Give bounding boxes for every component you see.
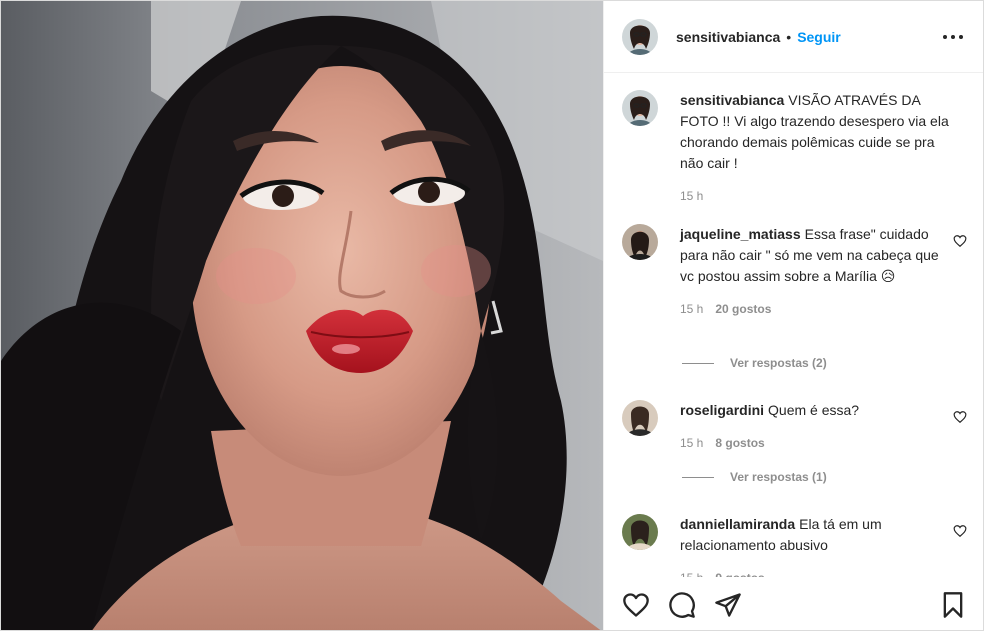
- comment-likes[interactable]: 8 gostos: [715, 433, 764, 454]
- small-heart-icon: [953, 411, 967, 424]
- comment-meta: 15 h 8 gostos: [680, 433, 952, 454]
- comment-body: jaqueline_matiass Essa frase" cuidado par…: [680, 224, 952, 320]
- commenter-avatar-image: [622, 224, 658, 260]
- caption-avatar-image: [622, 90, 658, 126]
- commenter-avatar[interactable]: [622, 224, 658, 260]
- like-icon-glyph: [623, 593, 649, 617]
- caption-body: sensitivabianca VISÃO ATRAVÉS DA FOTO !! …: [680, 90, 952, 207]
- small-heart-icon: [953, 525, 967, 538]
- comment-time[interactable]: 15 h: [680, 433, 703, 454]
- comments-list[interactable]: sensitivabianca VISÃO ATRAVÉS DA FOTO !! …: [604, 74, 983, 577]
- comment-meta: 15 h 9 gostos: [680, 568, 952, 577]
- comment-time[interactable]: 15 h: [680, 568, 703, 577]
- comment-time[interactable]: 15 h: [680, 299, 703, 320]
- more-options-icon[interactable]: [943, 27, 963, 47]
- comment-like-icon[interactable]: [953, 234, 967, 248]
- author-avatar[interactable]: [622, 18, 658, 55]
- heart-icon[interactable]: [622, 591, 650, 619]
- share-icon-glyph: [715, 593, 741, 617]
- caption-meta: 15 h: [680, 186, 952, 207]
- view-replies-label: Ver respostas (1): [730, 470, 827, 484]
- comment-icon[interactable]: [668, 591, 696, 619]
- commenter-avatar[interactable]: [622, 400, 658, 436]
- commenter-username[interactable]: roseligardini: [680, 402, 764, 418]
- view-replies-button[interactable]: Ver respostas (1): [682, 470, 827, 484]
- more-dot: [951, 35, 955, 39]
- post-details-panel: sensitivabianca • Seguir sensitivabianca…: [603, 1, 983, 630]
- caption-time[interactable]: 15 h: [680, 186, 703, 207]
- bookmark-icon[interactable]: [939, 591, 967, 619]
- post-photo: [1, 1, 603, 630]
- view-replies-label: Ver respostas (2): [730, 356, 827, 370]
- post-header: sensitivabianca • Seguir: [604, 1, 983, 73]
- separator-dot: •: [786, 28, 792, 45]
- comment-likes[interactable]: 20 gostos: [715, 299, 771, 320]
- instagram-post-window: sensitivabianca • Seguir sensitivabianca…: [0, 0, 984, 631]
- comment-like-icon[interactable]: [953, 524, 967, 538]
- replies-line: [682, 362, 714, 364]
- post-actions-bar: [604, 583, 983, 627]
- caption-avatar[interactable]: [622, 90, 658, 126]
- replies-line: [682, 476, 714, 478]
- author-username[interactable]: sensitivabianca: [676, 29, 780, 45]
- selfie-image: [1, 1, 603, 630]
- comment-icon-glyph: [669, 592, 695, 618]
- commenter-username[interactable]: jaqueline_matiass: [680, 226, 801, 242]
- more-dot: [943, 35, 947, 39]
- follow-button[interactable]: Seguir: [797, 29, 841, 45]
- small-heart-icon: [953, 235, 967, 248]
- commenter-avatar-image: [622, 400, 658, 436]
- commenter-avatar-image: [622, 514, 658, 550]
- view-replies-button[interactable]: Ver respostas (2): [682, 356, 827, 370]
- comment-meta: 15 h 20 gostos: [680, 299, 952, 320]
- author-avatar-image: [622, 18, 658, 55]
- comment-likes[interactable]: 9 gostos: [715, 568, 764, 577]
- commenter-avatar[interactable]: [622, 514, 658, 550]
- caption-username[interactable]: sensitivabianca: [680, 92, 784, 108]
- comment-text: Quem é essa?: [768, 402, 860, 418]
- comment-body: roseligardini Quem é essa? 15 h 8 gostos: [680, 400, 952, 454]
- commenter-username[interactable]: danniellamiranda: [680, 516, 795, 532]
- comment-like-icon[interactable]: [953, 410, 967, 424]
- save-icon-glyph: [943, 592, 963, 618]
- comment-body: danniellamiranda Ela tá em um relacioname…: [680, 514, 952, 577]
- share-icon[interactable]: [714, 591, 742, 619]
- more-dot: [959, 35, 963, 39]
